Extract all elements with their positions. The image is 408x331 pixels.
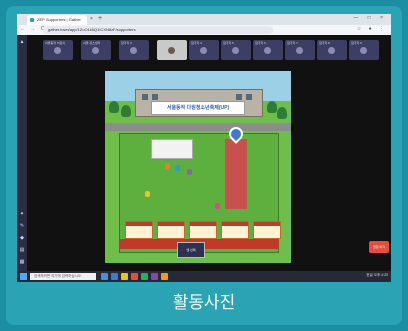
avatar [296, 47, 303, 54]
video-tile[interactable]: 참가자 4 [189, 40, 219, 60]
avatar [264, 47, 271, 54]
avatar [360, 47, 367, 54]
avatar [54, 47, 61, 54]
running-track [225, 139, 247, 209]
booth[interactable] [189, 221, 217, 239]
booth[interactable] [125, 221, 153, 239]
video-tile[interactable]: 서울동작 어린이 [43, 40, 73, 60]
calendar-icon[interactable]: ▤ [19, 247, 25, 253]
windows-taskbar: 검색하려면 여기에 입력하십시오. 한글 오후 4:20 [17, 271, 391, 282]
grid-icon[interactable]: ▦ [19, 259, 25, 265]
participant-name: 서울 유스센터 [83, 41, 101, 45]
participant-name: 참가자 7 [287, 41, 298, 45]
enter-button[interactable]: 입장 하기 [369, 241, 389, 253]
gear-icon[interactable]: ✦ [19, 211, 25, 217]
window-controls[interactable]: — □ × [353, 15, 387, 21]
player-avatar[interactable] [165, 163, 170, 169]
video-tile[interactable]: 참가자 6 [253, 40, 283, 60]
video-tile[interactable]: 참가자 9 [349, 40, 379, 60]
tree [277, 107, 287, 119]
tree [109, 101, 119, 113]
browser-action-icons[interactable]: ☆ ● ⋮ [357, 26, 387, 32]
map-select-button[interactable]: 맵 선택 [177, 242, 205, 258]
participant-name: 참가자 3 [121, 41, 132, 45]
player-avatar[interactable] [145, 191, 150, 197]
road [105, 123, 291, 131]
event-banner: 서울동작 다원청소년축제(UP) [151, 101, 245, 115]
windows-start-icon[interactable] [20, 273, 27, 280]
app-icon[interactable] [161, 273, 168, 280]
new-tab-icon[interactable]: + [98, 15, 102, 22]
folder-icon[interactable] [121, 273, 128, 280]
chrome-icon[interactable] [131, 273, 138, 280]
screenshot: ZEP Supporters | Gather × + — □ × ← → C … [17, 14, 391, 282]
avatar [168, 47, 175, 54]
avatar [328, 47, 335, 54]
video-tile[interactable]: 참가자 8 [317, 40, 347, 60]
video-tile[interactable]: 참가자 5 [221, 40, 251, 60]
video-tile-camera[interactable] [157, 40, 187, 60]
participant-name: 참가자 4 [191, 41, 202, 45]
participant-name: 참가자 9 [351, 41, 362, 45]
participant-name: 참가자 6 [255, 41, 266, 45]
tent [151, 139, 193, 159]
browser-tab[interactable]: ZEP Supporters | Gather [27, 15, 87, 25]
tab-close-icon[interactable]: × [90, 16, 93, 22]
home-icon[interactable]: ▲ [19, 39, 25, 45]
avatar [130, 47, 137, 54]
video-strip: 서울동작 어린이 서울 유스센터 참가자 3 참가자 4 참가자 5 참가자 6… [29, 40, 387, 60]
taskview-icon[interactable] [101, 273, 108, 280]
avatar [200, 47, 207, 54]
player-avatar[interactable] [215, 203, 220, 209]
edge-icon[interactable] [111, 273, 118, 280]
taskbar-search[interactable]: 검색하려면 여기에 입력하십시오. [30, 273, 96, 280]
player-avatar[interactable] [175, 165, 180, 171]
app-icon[interactable] [151, 273, 158, 280]
chat-icon[interactable]: ◆ [19, 235, 25, 241]
app-icon[interactable] [141, 273, 148, 280]
participant-name: 참가자 8 [319, 41, 330, 45]
avatar [232, 47, 239, 54]
photo-caption: 활동사진 [172, 293, 236, 313]
favicon-icon [30, 18, 34, 22]
tool-icon[interactable]: ✎ [19, 223, 25, 229]
system-tray[interactable]: 한글 오후 4:20 [366, 273, 388, 278]
tree [121, 105, 131, 117]
avatar [92, 47, 99, 54]
game-map[interactable]: 서울동작 다원청소년축제(UP) [105, 71, 291, 263]
video-tile[interactable]: 참가자 3 [119, 40, 149, 60]
booth[interactable] [157, 221, 185, 239]
app-sidebar: ▲ ✦ ✎ ◆ ▤ ▦ [17, 35, 27, 271]
url-field[interactable]: gather.town/app/1ZuO1k5Q1ICXN8zF/support… [43, 26, 273, 34]
browser-tab-bar: ZEP Supporters | Gather × + — □ × [17, 14, 391, 25]
booth[interactable] [221, 221, 249, 239]
tab-title: ZEP Supporters | Gather [37, 17, 81, 22]
participant-name: 참가자 5 [223, 41, 234, 45]
address-bar: ← → C gather.town/app/1ZuO1k5Q1ICXN8zF/s… [17, 25, 391, 35]
video-tile[interactable]: 참가자 7 [285, 40, 315, 60]
participant-name: 서울동작 어린이 [45, 41, 66, 45]
booth[interactable] [253, 221, 281, 239]
player-avatar[interactable] [187, 169, 192, 175]
tree [267, 101, 277, 113]
video-tile[interactable]: 서울 유스센터 [81, 40, 111, 60]
